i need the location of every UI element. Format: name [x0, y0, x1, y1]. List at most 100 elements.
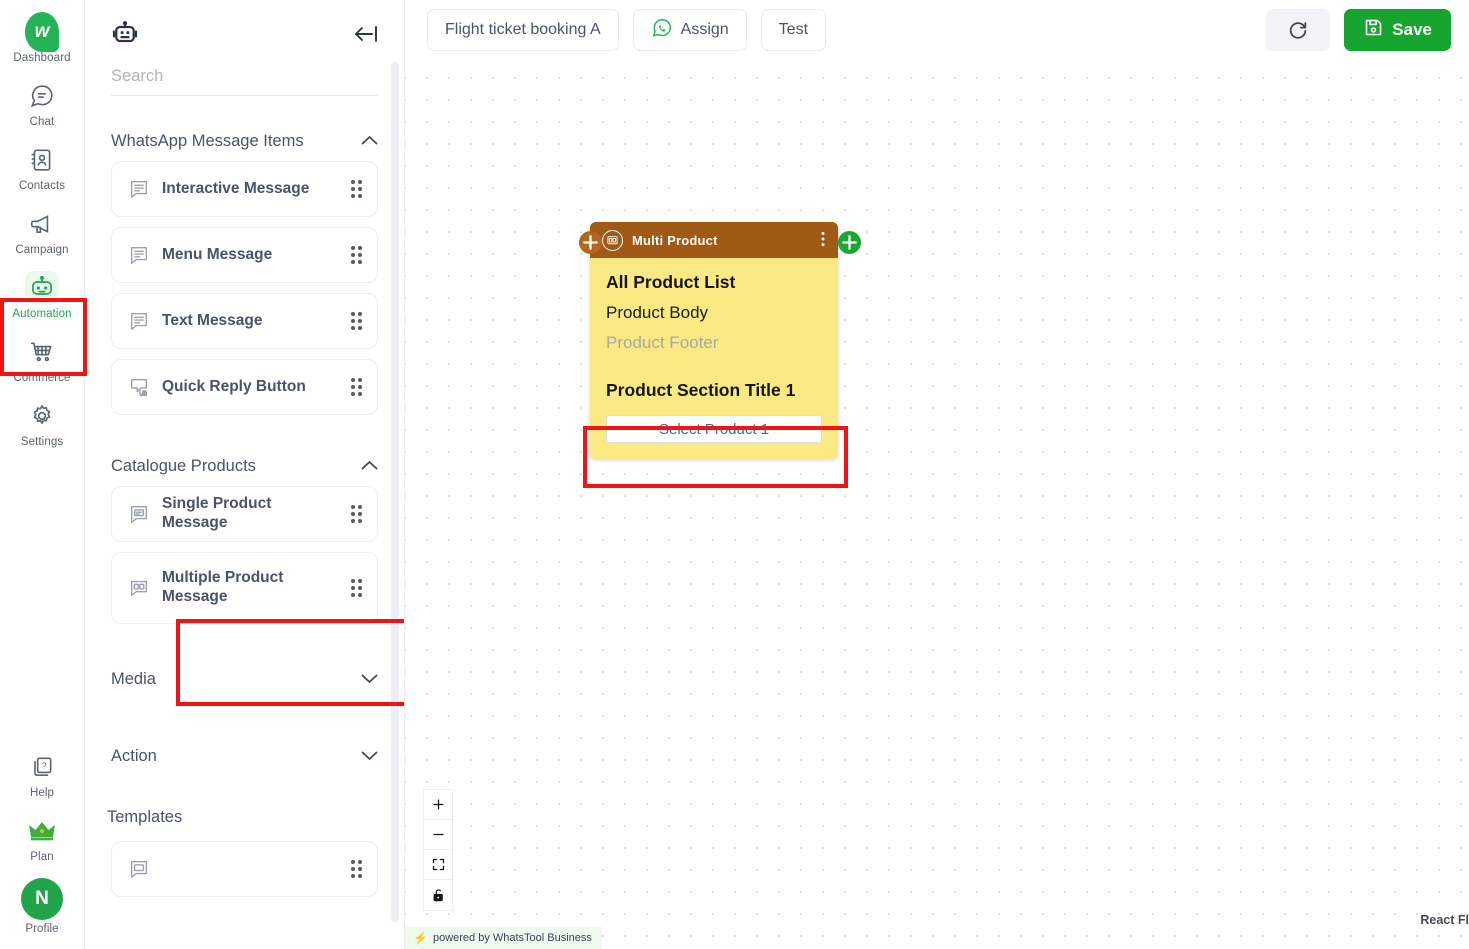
product-body-text: Product Body — [606, 303, 709, 322]
sidebar-item-campaign[interactable]: Campaign — [0, 198, 85, 262]
react-flow-attribution: React Fl — [1420, 913, 1469, 927]
block-item-label: Menu Message — [162, 245, 273, 263]
svg-text:?: ? — [42, 761, 47, 771]
sidebar-item-plan[interactable]: Plan — [0, 805, 85, 869]
block-item-label: Interactive Message — [162, 179, 310, 197]
test-button[interactable]: Test — [760, 9, 827, 51]
sidebar-item-contacts[interactable]: Contacts — [0, 134, 85, 198]
block-item-interactive-message[interactable]: Interactive Message — [111, 161, 378, 217]
app-root: w Dashboard Chat Contacts Campaign Autom… — [0, 0, 1469, 949]
block-item-text-message[interactable]: Text Message — [111, 293, 378, 349]
select-product-1-button[interactable]: Select Product 1 — [606, 415, 822, 443]
assign-button[interactable]: Assign — [632, 9, 747, 51]
sidebar-item-commerce[interactable]: Commerce — [0, 326, 85, 390]
node-body: All Product List Product Body Product Fo… — [590, 258, 838, 459]
drag-handle-icon[interactable] — [351, 505, 363, 523]
assign-label: Assign — [680, 21, 729, 38]
drag-handle-icon[interactable] — [351, 246, 363, 264]
flow-canvas[interactable]: Multi Product All Product List Product B… — [405, 60, 1469, 949]
blocks-panel: WhatsApp Message Items Interactive Messa… — [85, 0, 405, 949]
sidebar-label-settings: Settings — [20, 436, 64, 448]
block-item-label: Text Message — [162, 311, 263, 329]
drag-handle-icon[interactable] — [351, 378, 363, 396]
message-lines-icon — [128, 858, 150, 880]
help-question-icon: ? — [25, 750, 59, 784]
megaphone-icon — [25, 207, 59, 241]
block-item-single-product-message[interactable]: Single Product Message — [111, 486, 378, 542]
sidebar-item-dashboard[interactable]: w Dashboard — [0, 6, 85, 70]
sidebar-item-automation[interactable]: Automation — [0, 262, 85, 326]
section-title: WhatsApp Message Items — [111, 132, 304, 150]
section-title: Media — [111, 670, 156, 688]
panel-header — [85, 0, 404, 53]
block-item-multiple-product-message[interactable]: Multiple Product Message — [111, 552, 378, 624]
chevron-up-icon — [361, 460, 378, 473]
lock-icon[interactable] — [424, 880, 452, 910]
fit-view-icon[interactable] — [424, 850, 452, 880]
product-footer-text: Product Footer — [606, 333, 719, 352]
panel-scrollbar[interactable] — [391, 62, 399, 922]
single-product-icon — [128, 503, 150, 525]
flow-name-button[interactable]: Flight ticket booking A — [427, 9, 619, 51]
section-header-catalogue-products[interactable]: Catalogue Products — [85, 457, 404, 476]
block-item-menu-message[interactable]: Menu Message — [111, 227, 378, 283]
chevron-down-icon — [361, 750, 378, 763]
avatar-icon: N — [21, 878, 63, 920]
drag-handle-icon[interactable] — [351, 180, 363, 198]
sidebar-label-plan: Plan — [30, 851, 54, 863]
refresh-icon — [1287, 18, 1309, 43]
block-item-label: Multiple Product Message — [162, 569, 284, 605]
zoom-out-icon[interactable] — [424, 820, 452, 850]
block-item-template[interactable] — [111, 841, 378, 897]
sidebar-item-profile[interactable]: N Profile — [0, 869, 85, 949]
search-input[interactable] — [111, 67, 378, 86]
sidebar-label-automation: Automation — [12, 308, 72, 320]
section-header-templates[interactable]: Templates — [85, 808, 404, 827]
main-area: Flight ticket booking A Assign Test Save… — [405, 0, 1469, 949]
collapse-left-icon[interactable] — [352, 23, 380, 50]
sidebar-label-profile: Profile — [25, 923, 59, 935]
chevron-up-icon — [361, 135, 378, 148]
section-header-media[interactable]: Media — [85, 670, 404, 689]
zoom-in-icon[interactable] — [424, 790, 452, 820]
quick-reply-icon — [128, 376, 150, 398]
drag-handle-icon[interactable] — [351, 312, 363, 330]
primary-nav-rail: w Dashboard Chat Contacts Campaign Autom… — [0, 0, 87, 949]
node-title: Multi Product — [632, 232, 718, 248]
avatar-initial: N — [21, 878, 63, 920]
watermark-text: powered by WhatsTool Business — [432, 932, 592, 944]
block-item-quick-reply-button[interactable]: Quick Reply Button — [111, 359, 378, 415]
sidebar-label-contacts: Contacts — [18, 180, 66, 192]
message-lines-icon — [128, 178, 150, 200]
sidebar-label-dashboard: Dashboard — [13, 52, 71, 64]
save-button[interactable]: Save — [1344, 9, 1451, 51]
powered-by-watermark: ⚡ powered by WhatsTool Business — [405, 927, 602, 949]
sidebar-label-campaign: Campaign — [15, 244, 69, 256]
chevron-down-icon — [361, 673, 378, 686]
node-input-handle-plus-icon[interactable] — [579, 231, 602, 254]
sidebar-item-chat[interactable]: Chat — [0, 70, 85, 134]
section-header-whatsapp-message-items[interactable]: WhatsApp Message Items — [85, 132, 404, 151]
node-output-handle-plus-icon[interactable] — [838, 231, 861, 254]
floppy-disk-icon — [1363, 17, 1384, 43]
multi-product-node[interactable]: Multi Product All Product List Product B… — [579, 222, 861, 459]
refresh-button[interactable] — [1266, 9, 1331, 51]
whatsapp-icon — [651, 17, 673, 44]
sidebar-item-help[interactable]: ? Help — [0, 741, 85, 805]
crown-icon — [25, 814, 59, 848]
drag-handle-icon[interactable] — [351, 860, 363, 878]
chat-bubble-icon — [25, 79, 59, 113]
node-header[interactable]: Multi Product — [590, 222, 838, 258]
message-lines-icon — [128, 244, 150, 266]
section-title: Action — [111, 747, 157, 765]
drag-handle-icon[interactable] — [351, 579, 363, 597]
block-item-label: Single Product Message — [162, 495, 272, 531]
sidebar-label-chat: Chat — [29, 116, 55, 128]
contacts-book-icon — [25, 143, 59, 177]
robot-icon — [111, 20, 139, 53]
kebab-menu-icon[interactable] — [818, 231, 828, 250]
multi-product-icon — [602, 229, 623, 251]
section-title: Catalogue Products — [111, 457, 256, 475]
sidebar-item-settings[interactable]: Settings — [0, 390, 85, 454]
section-header-action[interactable]: Action — [85, 747, 404, 766]
